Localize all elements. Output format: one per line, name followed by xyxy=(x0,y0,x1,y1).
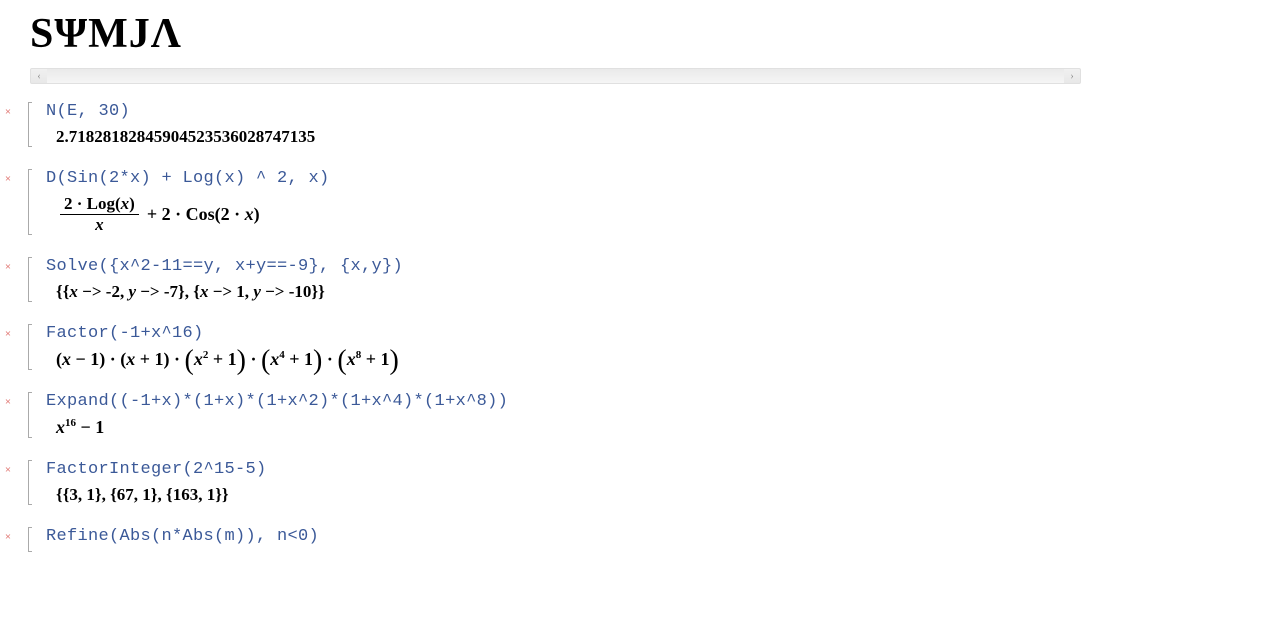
math-rest: + 2 · Cos(2 · x) xyxy=(147,204,260,225)
cell-input[interactable]: FactorInteger(2^15-5) xyxy=(46,460,1261,479)
close-icon[interactable]: × xyxy=(2,169,14,235)
cell: × FactorInteger(2^15-5) {{3, 1}, {67, 1}… xyxy=(0,460,1261,505)
cell: × N(E, 30) 2.718281828459045235360287471… xyxy=(0,102,1261,147)
cell-output: 2.71828182845904523536028747135 xyxy=(46,127,1261,147)
close-icon[interactable]: × xyxy=(2,257,14,302)
cell-content: Refine(Abs(n*Abs(m)), n<0) xyxy=(46,527,1261,552)
cell-content: FactorInteger(2^15-5) {{3, 1}, {67, 1}, … xyxy=(46,460,1261,505)
cell-bracket xyxy=(28,257,32,302)
cell-input[interactable]: Expand((-1+x)*(1+x)*(1+x^2)*(1+x^4)*(1+x… xyxy=(46,392,1261,411)
cell-bracket xyxy=(28,324,32,370)
cell-bracket xyxy=(28,392,32,438)
cell-content: N(E, 30) 2.71828182845904523536028747135 xyxy=(46,102,1261,147)
cell-content: Factor(-1+x^16) (x − 1) · (x + 1) · (x2 … xyxy=(46,324,1261,370)
cell-content: Solve({x^2-11==y, x+y==-9}, {x,y}) {{x −… xyxy=(46,257,1261,302)
close-icon[interactable]: × xyxy=(2,460,14,505)
cell-input[interactable]: Refine(Abs(n*Abs(m)), n<0) xyxy=(46,527,1261,546)
cell-bracket xyxy=(28,102,32,147)
cell-input[interactable]: Factor(-1+x^16) xyxy=(46,324,1261,343)
cell-output: {{3, 1}, {67, 1}, {163, 1}} xyxy=(46,485,1261,505)
close-icon[interactable]: × xyxy=(2,102,14,147)
cell: × Expand((-1+x)*(1+x)*(1+x^2)*(1+x^4)*(1… xyxy=(0,392,1261,438)
cell-output: {{x −> -2, y −> -7}, {x −> 1, y −> -10}} xyxy=(46,282,1261,302)
horizontal-scrollbar[interactable]: ‹ › xyxy=(30,68,1081,84)
scroll-left-button[interactable]: ‹ xyxy=(31,69,47,83)
cell-input[interactable]: N(E, 30) xyxy=(46,102,1261,121)
cell-bracket xyxy=(28,169,32,235)
scroll-track[interactable] xyxy=(47,69,1064,83)
scroll-right-button[interactable]: › xyxy=(1064,69,1080,83)
close-icon[interactable]: × xyxy=(2,324,14,370)
close-icon[interactable]: × xyxy=(2,527,14,552)
cell-bracket xyxy=(28,460,32,505)
cell: × Solve({x^2-11==y, x+y==-9}, {x,y}) {{x… xyxy=(0,257,1261,302)
cell-output: 2 · Log(x) x + 2 · Cos(2 · x) xyxy=(46,194,1261,235)
cell: × D(Sin(2*x) + Log(x) ^ 2, x) 2 · Log(x)… xyxy=(0,169,1261,235)
cell-output: x16 − 1 xyxy=(46,417,1261,438)
close-icon[interactable]: × xyxy=(2,392,14,438)
cell-input[interactable]: D(Sin(2*x) + Log(x) ^ 2, x) xyxy=(46,169,1261,188)
cell-content: Expand((-1+x)*(1+x)*(1+x^2)*(1+x^4)*(1+x… xyxy=(46,392,1261,438)
fraction-numerator: 2 · Log(x) xyxy=(60,194,139,215)
cell: × Factor(-1+x^16) (x − 1) · (x + 1) · (x… xyxy=(0,324,1261,370)
fraction: 2 · Log(x) x xyxy=(60,194,139,235)
app-logo: SΨMJΛ xyxy=(0,0,1281,68)
fraction-denominator: x xyxy=(91,215,108,235)
cell-output: (x − 1) · (x + 1) · (x2 + 1) · (x4 + 1) … xyxy=(46,349,1261,370)
cells-container: × N(E, 30) 2.718281828459045235360287471… xyxy=(0,102,1281,552)
cell: × Refine(Abs(n*Abs(m)), n<0) xyxy=(0,527,1261,552)
cell-content: D(Sin(2*x) + Log(x) ^ 2, x) 2 · Log(x) x… xyxy=(46,169,1261,235)
cell-bracket xyxy=(28,527,32,552)
cell-input[interactable]: Solve({x^2-11==y, x+y==-9}, {x,y}) xyxy=(46,257,1261,276)
